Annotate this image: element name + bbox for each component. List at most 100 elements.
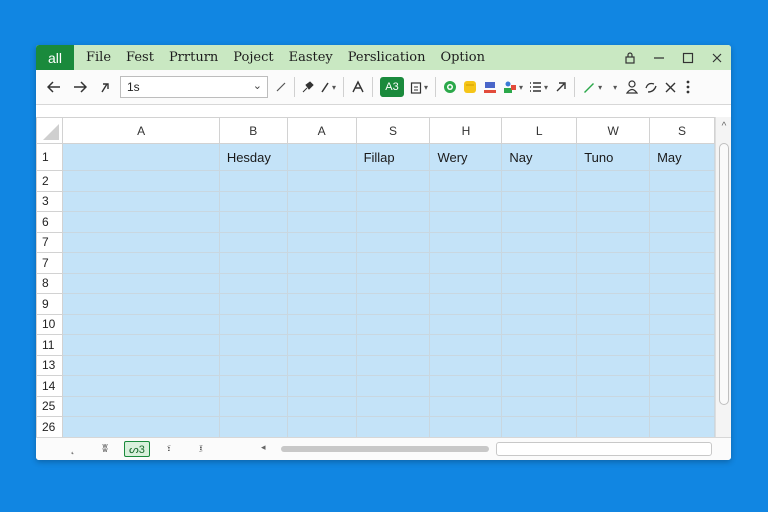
row-header[interactable]: 3 (36, 190, 64, 212)
grid-cell[interactable] (649, 190, 715, 212)
grid-cell[interactable] (429, 272, 503, 294)
grid-cell[interactable] (576, 231, 651, 253)
grid-cell[interactable] (429, 190, 503, 212)
sheet-tab[interactable]: ፤ (196, 443, 206, 456)
grid-cell[interactable] (576, 313, 651, 335)
grid-cell[interactable] (501, 313, 578, 335)
row-header[interactable]: 2 (36, 170, 64, 192)
grid-cell[interactable] (576, 272, 651, 294)
grid-cell[interactable] (649, 231, 715, 253)
row-header[interactable]: 7 (36, 252, 64, 274)
grid-cell[interactable] (218, 272, 288, 294)
sheet-tab[interactable]: ፣ (164, 443, 174, 456)
grid-cell[interactable] (286, 375, 357, 397)
grid-cell[interactable] (501, 293, 578, 315)
grid-cell[interactable] (286, 143, 357, 171)
grid-cell[interactable] (649, 252, 715, 274)
grid-cell[interactable] (501, 252, 578, 274)
list-icon[interactable] (526, 75, 551, 99)
grid-cell[interactable] (429, 416, 503, 437)
close-x-icon[interactable] (661, 75, 679, 99)
scroll-left-icon[interactable]: ◂ (261, 442, 266, 453)
sticky-note-icon[interactable] (460, 75, 480, 99)
select-all-corner[interactable] (36, 117, 64, 144)
grid-cell[interactable] (218, 375, 288, 397)
grid-cell[interactable] (62, 416, 220, 437)
grid-cell[interactable] (429, 293, 503, 315)
grid-cell[interactable] (649, 416, 715, 437)
grid-cell[interactable] (649, 272, 715, 294)
column-header[interactable]: A (62, 117, 220, 144)
grid-cell[interactable] (218, 293, 288, 315)
grid-cell[interactable] (218, 170, 288, 192)
grid-cell[interactable] (355, 416, 431, 437)
grid-cell[interactable] (286, 252, 357, 274)
grid-cell[interactable] (501, 395, 578, 417)
grid-cell[interactable] (62, 313, 220, 335)
column-header[interactable]: A (286, 117, 357, 144)
grid-cell[interactable] (649, 313, 715, 335)
column-header[interactable]: S (355, 117, 431, 144)
vertical-scroll-thumb[interactable] (719, 143, 729, 405)
grid-cell[interactable]: Nay (501, 143, 578, 171)
row-header[interactable]: 6 (36, 211, 64, 233)
grid-cell[interactable] (62, 354, 220, 376)
grid-cell[interactable] (501, 211, 578, 233)
user-icon[interactable] (623, 75, 641, 99)
grid-cell[interactable] (576, 334, 651, 356)
grid-cell[interactable] (501, 231, 578, 253)
menu-perslication[interactable]: Perslication (348, 50, 426, 65)
grid-cell[interactable] (218, 211, 288, 233)
grid-cell[interactable] (62, 143, 220, 171)
pen-icon[interactable] (317, 75, 339, 99)
grid-cell[interactable] (501, 354, 578, 376)
grid-cell[interactable] (286, 313, 357, 335)
share-icon[interactable] (641, 75, 661, 99)
grid-cell[interactable]: May (649, 143, 715, 171)
grid-cell[interactable] (501, 416, 578, 437)
grid-cell[interactable] (218, 231, 288, 253)
grid-cell[interactable] (429, 231, 503, 253)
menu-option[interactable]: Option (440, 50, 485, 65)
row-header[interactable]: 11 (36, 334, 64, 356)
row-header[interactable]: 26 (36, 416, 64, 437)
grid-cell[interactable] (576, 395, 651, 417)
column-header[interactable]: L (501, 117, 578, 144)
link-icon[interactable] (551, 75, 570, 99)
lock-icon[interactable] (615, 45, 644, 70)
grid-cell[interactable] (218, 334, 288, 356)
grid-cell[interactable] (501, 272, 578, 294)
row-header[interactable]: 10 (36, 313, 64, 335)
check-icon[interactable] (272, 75, 290, 99)
grid-cell[interactable] (649, 334, 715, 356)
grid-cell[interactable] (62, 293, 220, 315)
grid-cell[interactable] (576, 354, 651, 376)
maximize-button[interactable] (673, 45, 702, 70)
grid-cell[interactable] (576, 416, 651, 437)
more-dropdown-icon[interactable] (605, 75, 623, 99)
grid-cell[interactable]: Tuno (576, 143, 651, 171)
menu-fest[interactable]: Fest (126, 50, 154, 65)
grid-cell[interactable] (501, 170, 578, 192)
row-header[interactable]: 25 (36, 395, 64, 417)
grid-cell[interactable] (286, 395, 357, 417)
grid-cell[interactable] (218, 395, 288, 417)
grid-cell[interactable] (62, 375, 220, 397)
fill-color-icon[interactable] (480, 75, 500, 99)
grid-cell[interactable] (501, 190, 578, 212)
grid-cell[interactable] (355, 375, 431, 397)
grid-cell[interactable] (286, 231, 357, 253)
scroll-up-icon[interactable]: ^ (716, 121, 731, 132)
circle-target-icon[interactable] (440, 75, 460, 99)
grid-cell[interactable] (355, 190, 431, 212)
paste-icon[interactable] (407, 75, 431, 99)
grid-cell[interactable] (286, 211, 357, 233)
grid-cell[interactable] (649, 211, 715, 233)
grid-cell[interactable] (62, 211, 220, 233)
grid-cell[interactable] (62, 231, 220, 253)
grid-cell[interactable] (286, 190, 357, 212)
grid-cell[interactable] (576, 252, 651, 274)
grid-cell[interactable] (218, 252, 288, 274)
row-header[interactable]: 14 (36, 375, 64, 397)
grid-cell[interactable] (62, 395, 220, 417)
